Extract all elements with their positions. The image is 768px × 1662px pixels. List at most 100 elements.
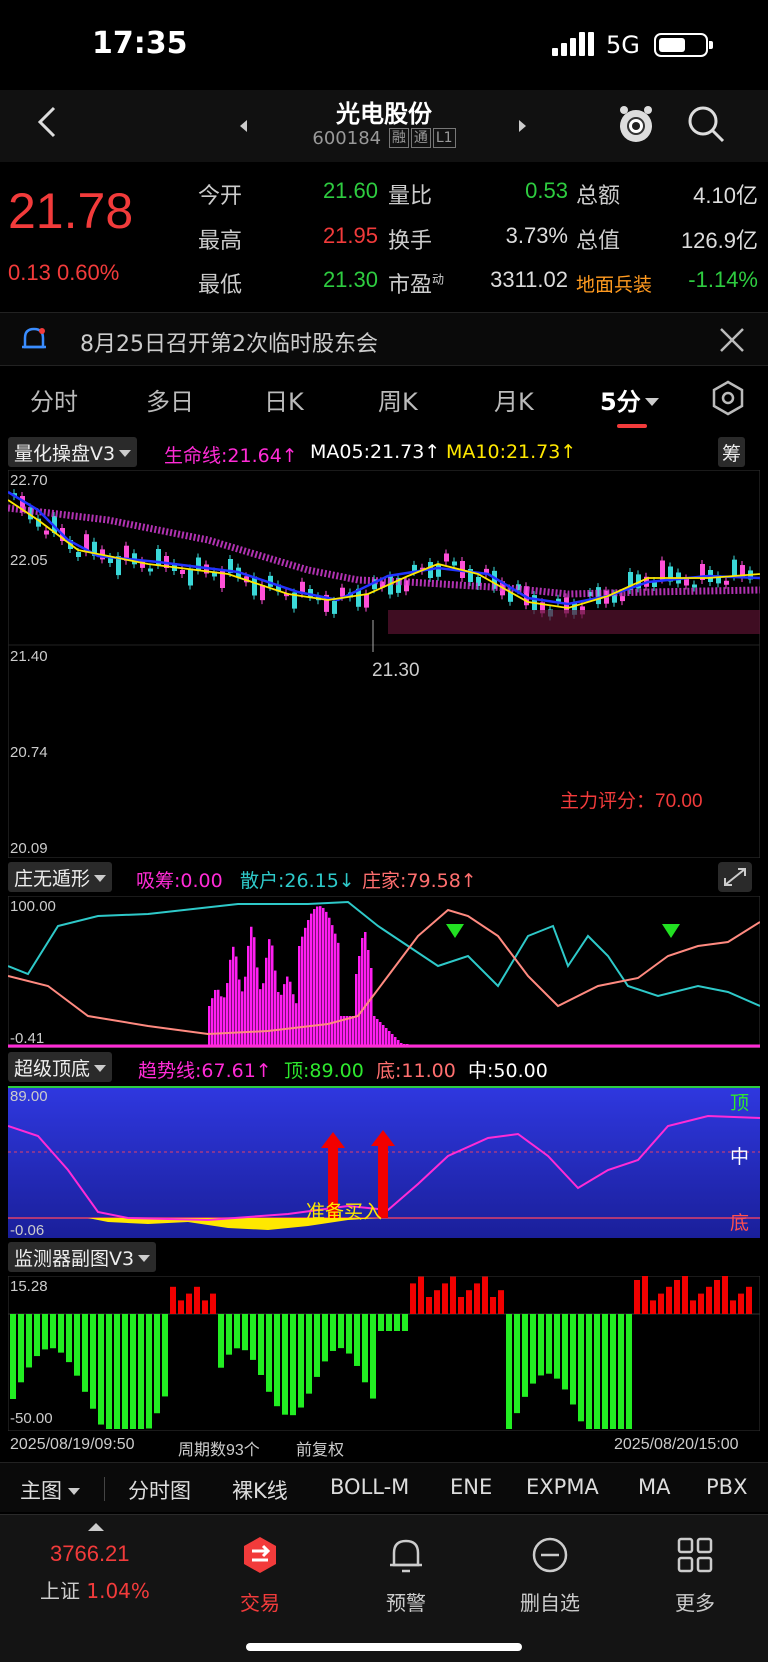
candle-body	[452, 561, 457, 566]
monitor-bar	[482, 1276, 488, 1314]
monitor-bar	[250, 1314, 256, 1360]
monitor-bar	[538, 1314, 544, 1376]
monitor-bar	[178, 1300, 184, 1314]
monitor-bar	[690, 1300, 696, 1314]
accumulation-bar	[280, 994, 283, 1046]
itab-main-chart[interactable]: 主图	[20, 1475, 80, 1505]
low-value: 21.30	[322, 267, 378, 292]
itab-naked-k[interactable]: 裸K线	[232, 1475, 288, 1505]
itab-ene[interactable]: ENE	[450, 1475, 492, 1499]
monitor-bar	[346, 1314, 352, 1354]
announcement-bar[interactable]: 8月25日召开第2次临时股东会	[0, 312, 768, 366]
monitor-bar	[130, 1314, 136, 1429]
monitor-bar	[26, 1314, 32, 1368]
monitor-bar	[714, 1280, 720, 1314]
accumulation-bar	[292, 994, 295, 1046]
tab-intraday[interactable]: 分时	[30, 382, 78, 417]
turnover-amount-label: 总额	[576, 184, 621, 209]
candle-body	[364, 593, 369, 608]
accumulation-bar	[208, 1006, 211, 1046]
close-icon[interactable]	[718, 326, 746, 354]
tab-multi-day[interactable]: 多日	[146, 382, 194, 417]
monitor-histogram-chart[interactable]	[8, 1276, 760, 1431]
monitor-bar	[722, 1276, 728, 1314]
accumulation-bar	[349, 1016, 352, 1046]
tab-5min[interactable]: 5分	[600, 382, 659, 417]
accumulation-bar	[211, 998, 214, 1046]
main-axis-bottom: 20.09	[10, 840, 48, 857]
tab-weekly-k[interactable]: 周K	[378, 382, 418, 417]
monitor-bar	[458, 1297, 464, 1314]
settings-icon[interactable]	[710, 380, 746, 416]
monitor-bar	[154, 1314, 160, 1414]
accumulation-bar	[253, 937, 256, 1046]
accumulation-bar	[373, 1016, 376, 1046]
index-name[interactable]: 上证 1.04%	[40, 1575, 150, 1604]
monitor-bar	[594, 1314, 600, 1429]
chip-distribution-button[interactable]: 筹	[718, 437, 746, 467]
monitor-bar	[386, 1314, 392, 1331]
expand-up-icon[interactable]	[88, 1523, 104, 1531]
monitor-bar	[442, 1283, 448, 1314]
sector-label[interactable]: 地面兵装	[576, 270, 652, 297]
alert-bell-icon	[390, 1539, 422, 1573]
main-indicator-row: 量化操盘V3 生命线:21.64↑ MA05:21.73↑ MA10:21.73…	[0, 435, 768, 469]
itab-ma[interactable]: MA	[638, 1475, 670, 1499]
itab-pbx[interactable]: PBX	[706, 1475, 747, 1499]
top-bottom-chart[interactable]	[8, 1086, 760, 1238]
sub1-indicator-selector[interactable]: 庄无遁形	[8, 862, 113, 892]
monitor-bar	[522, 1314, 528, 1397]
accumulation-bar	[334, 933, 337, 1046]
expand-icon[interactable]	[718, 862, 752, 892]
sub3-indicator-selector[interactable]: 监测器副图V3	[8, 1242, 157, 1272]
adjust-mode[interactable]: 前复权	[296, 1436, 344, 1460]
monitor-bar	[226, 1314, 232, 1355]
monitor-bar	[378, 1314, 384, 1331]
quote-panel: 21.78 0.13 0.60% 今开 21.60 量比 0.53 总额 4.1…	[0, 162, 768, 310]
index-value[interactable]: 3766.21	[50, 1541, 130, 1567]
sub3-axis-top: 15.28	[10, 1278, 48, 1295]
sector-change-value: -1.14%	[688, 267, 758, 292]
announcement-text: 8月25日召开第2次临时股东会	[80, 332, 378, 357]
end-date: 2025/08/20/15:00	[614, 1436, 739, 1453]
tab-monthly-k[interactable]: 月K	[494, 382, 534, 417]
mascot-icon[interactable]	[614, 102, 658, 146]
accumulation-bar	[328, 917, 331, 1046]
next-stock-icon[interactable]	[519, 120, 526, 132]
sub2-bottom-label: 底	[730, 1213, 750, 1234]
bottom-value: 底:11.00	[376, 1060, 456, 1082]
candle-body	[340, 587, 345, 597]
monitor-bar	[634, 1280, 640, 1314]
accumulation-bar	[262, 983, 265, 1046]
accumulation-bar	[325, 911, 328, 1046]
itab-boll-m[interactable]: BOLL-M	[330, 1475, 409, 1499]
monitor-bar	[218, 1314, 224, 1368]
candle-body	[188, 568, 193, 586]
monitor-bar	[290, 1314, 296, 1416]
accumulation-bar	[298, 946, 301, 1046]
pe-label: 市盈动	[388, 272, 445, 298]
accumulation-bar	[277, 992, 280, 1046]
bottom-nav: 3766.21 上证 1.04% 交易 预警 删自选 更多	[0, 1514, 768, 1662]
monitor-bar	[746, 1286, 752, 1314]
volume-ratio-value: 0.53	[525, 178, 568, 203]
monitor-bar	[306, 1314, 312, 1394]
tab-daily-k[interactable]: 日K	[264, 382, 304, 417]
trade-icon	[244, 1537, 276, 1573]
monitor-bar	[554, 1314, 560, 1379]
accumulation-bar	[259, 989, 262, 1046]
home-indicator[interactable]	[246, 1643, 522, 1651]
itab-expma[interactable]: EXPMA	[526, 1475, 599, 1499]
candle-body	[660, 560, 665, 580]
monitor-bar	[234, 1314, 240, 1349]
monitor-bar	[338, 1314, 344, 1349]
main-indicator-selector[interactable]: 量化操盘V3	[8, 437, 138, 467]
volume-ratio-label: 量比	[388, 184, 433, 209]
sub2-indicator-selector[interactable]: 超级顶底	[8, 1052, 113, 1082]
dealer-retail-chart[interactable]	[8, 896, 760, 1048]
itab-intraday-chart[interactable]: 分时图	[128, 1475, 191, 1505]
search-icon[interactable]	[686, 104, 726, 144]
monitor-bar	[530, 1314, 536, 1384]
life-line-value: 生命线:21.64↑	[164, 445, 298, 467]
candle-body	[724, 580, 729, 585]
